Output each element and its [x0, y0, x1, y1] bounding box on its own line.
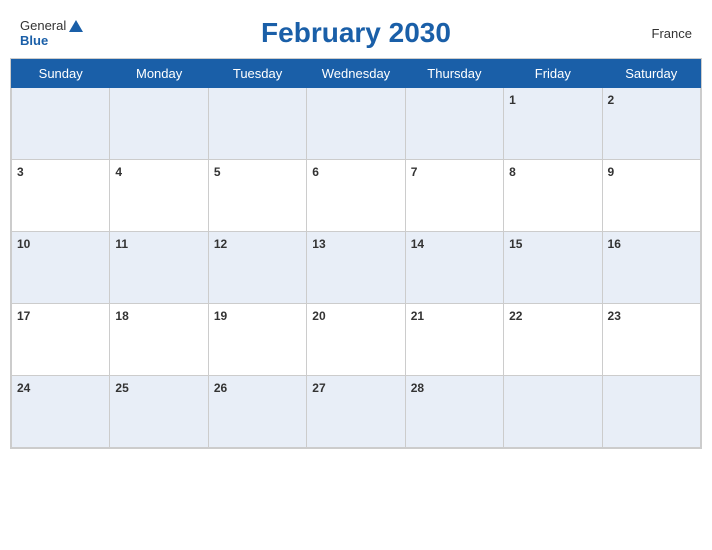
day-number: 21 [411, 309, 424, 323]
day-number: 11 [115, 237, 128, 251]
day-number: 13 [312, 237, 325, 251]
day-number: 23 [608, 309, 621, 323]
day-number: 18 [115, 309, 128, 323]
day-number: 27 [312, 381, 325, 395]
day-number: 26 [214, 381, 227, 395]
calendar-day-cell [12, 88, 110, 160]
calendar-day-cell: 11 [110, 232, 208, 304]
day-number: 28 [411, 381, 424, 395]
day-number: 2 [608, 93, 615, 107]
day-number: 9 [608, 165, 615, 179]
day-number: 12 [214, 237, 227, 251]
calendar-header: General Blue February 2030 France [10, 10, 702, 52]
calendar-day-cell: 4 [110, 160, 208, 232]
calendar-day-cell: 1 [504, 88, 602, 160]
col-monday: Monday [110, 60, 208, 88]
day-number: 15 [509, 237, 522, 251]
day-number: 17 [17, 309, 30, 323]
day-number: 7 [411, 165, 418, 179]
calendar-day-cell: 24 [12, 376, 110, 448]
day-number: 22 [509, 309, 522, 323]
logo-general-text: General [20, 18, 66, 33]
logo-area: General Blue [20, 18, 83, 48]
calendar-day-cell: 9 [602, 160, 700, 232]
calendar-day-cell: 18 [110, 304, 208, 376]
logo: General [20, 18, 83, 33]
calendar-title: February 2030 [261, 17, 451, 49]
calendar-table: Sunday Monday Tuesday Wednesday Thursday… [11, 59, 701, 448]
calendar-day-cell: 5 [208, 160, 306, 232]
calendar-day-cell: 20 [307, 304, 405, 376]
calendar-week-row: 17 18 19 20 21 22 23 [12, 304, 701, 376]
calendar-day-cell [307, 88, 405, 160]
calendar-day-cell: 26 [208, 376, 306, 448]
calendar-day-cell: 10 [12, 232, 110, 304]
day-number: 5 [214, 165, 221, 179]
day-number: 19 [214, 309, 227, 323]
calendar-day-cell: 17 [12, 304, 110, 376]
calendar-day-cell: 12 [208, 232, 306, 304]
calendar-day-cell: 7 [405, 160, 503, 232]
calendar-day-cell: 15 [504, 232, 602, 304]
col-tuesday: Tuesday [208, 60, 306, 88]
calendar-day-cell [504, 376, 602, 448]
calendar-day-cell [405, 88, 503, 160]
col-thursday: Thursday [405, 60, 503, 88]
day-number: 14 [411, 237, 424, 251]
country-label: France [652, 26, 692, 41]
calendar-day-cell: 13 [307, 232, 405, 304]
calendar-day-cell [110, 88, 208, 160]
day-number: 24 [17, 381, 30, 395]
day-number: 3 [17, 165, 24, 179]
col-friday: Friday [504, 60, 602, 88]
calendar-day-cell: 19 [208, 304, 306, 376]
calendar-thead: Sunday Monday Tuesday Wednesday Thursday… [12, 60, 701, 88]
calendar-day-cell: 3 [12, 160, 110, 232]
calendar-week-row: 24 25 26 27 28 [12, 376, 701, 448]
day-number: 4 [115, 165, 122, 179]
calendar-day-cell: 23 [602, 304, 700, 376]
day-number: 25 [115, 381, 128, 395]
calendar-day-cell: 8 [504, 160, 602, 232]
col-saturday: Saturday [602, 60, 700, 88]
calendar-day-cell: 27 [307, 376, 405, 448]
calendar-day-cell: 22 [504, 304, 602, 376]
days-of-week-row: Sunday Monday Tuesday Wednesday Thursday… [12, 60, 701, 88]
calendar-day-cell: 16 [602, 232, 700, 304]
day-number: 16 [608, 237, 621, 251]
calendar-day-cell: 2 [602, 88, 700, 160]
day-number: 20 [312, 309, 325, 323]
col-sunday: Sunday [12, 60, 110, 88]
calendar-week-row: 3 4 5 6 7 8 9 [12, 160, 701, 232]
day-number: 10 [17, 237, 30, 251]
calendar-day-cell: 25 [110, 376, 208, 448]
calendar-day-cell [602, 376, 700, 448]
logo-blue-text: Blue [20, 33, 48, 48]
logo-triangle-icon [69, 20, 83, 32]
calendar-day-cell: 28 [405, 376, 503, 448]
calendar-container: Sunday Monday Tuesday Wednesday Thursday… [10, 58, 702, 449]
day-number: 1 [509, 93, 516, 107]
day-number: 8 [509, 165, 516, 179]
day-number: 6 [312, 165, 319, 179]
calendar-day-cell: 6 [307, 160, 405, 232]
calendar-week-row: 12 [12, 88, 701, 160]
calendar-week-row: 10 11 12 13 14 15 16 [12, 232, 701, 304]
col-wednesday: Wednesday [307, 60, 405, 88]
calendar-day-cell: 21 [405, 304, 503, 376]
calendar-body: 1234567891011121314151617181920212223242… [12, 88, 701, 448]
calendar-day-cell: 14 [405, 232, 503, 304]
calendar-day-cell [208, 88, 306, 160]
